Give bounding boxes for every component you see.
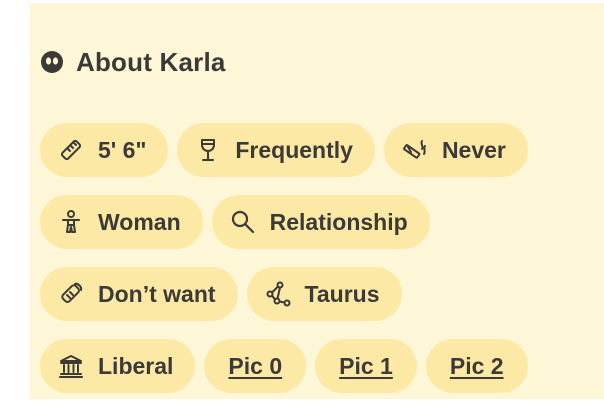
constellation-icon [265,281,291,307]
pic-1-label[interactable]: Pic 1 [339,353,393,380]
tag-row: Woman Relationship [40,195,430,249]
magnifier-icon [230,209,256,235]
capitol-building-icon [58,353,84,379]
gender-label: Woman [98,208,181,235]
politics-label: Liberal [98,352,174,379]
kids-label: Don’t want [98,280,216,307]
pic-2-link[interactable]: Pic 2 [425,339,528,393]
kids-tag: Don’t want [40,267,238,321]
wine-glass-icon [195,137,221,163]
smoking-tag: Never [383,123,528,177]
smoking-icon [402,137,428,163]
zodiac-label: Taurus [304,280,380,307]
bumble-honeycomb-icon [40,50,64,74]
ruler-icon [58,137,84,163]
tag-row: Liberal Pic 0 Pic 1 Pic 2 [40,339,528,393]
height-tag: 5' 6" [40,123,169,177]
politics-tag: Liberal [40,339,196,393]
about-header: About Karla [40,44,226,80]
person-icon [58,209,84,235]
page-title: About Karla [76,46,226,77]
tag-row: 5' 6" Frequently Never [40,123,528,177]
pic-2-label[interactable]: Pic 2 [450,353,504,380]
drinking-tag: Frequently [177,123,375,177]
drinking-label: Frequently [235,136,353,163]
gender-tag: Woman [40,195,203,249]
pic-1-link[interactable]: Pic 1 [315,339,417,393]
pic-0-link[interactable]: Pic 0 [204,339,307,393]
smoking-label: Never [441,136,506,163]
pic-0-label[interactable]: Pic 0 [228,353,282,380]
pacifier-icon [58,281,84,307]
looking-for-label: Relationship [269,208,408,235]
tag-row: Don’t want Taurus [40,267,402,321]
zodiac-tag: Taurus [246,267,402,321]
height-label: 5' 6" [98,136,147,163]
looking-for-tag: Relationship [211,195,430,249]
